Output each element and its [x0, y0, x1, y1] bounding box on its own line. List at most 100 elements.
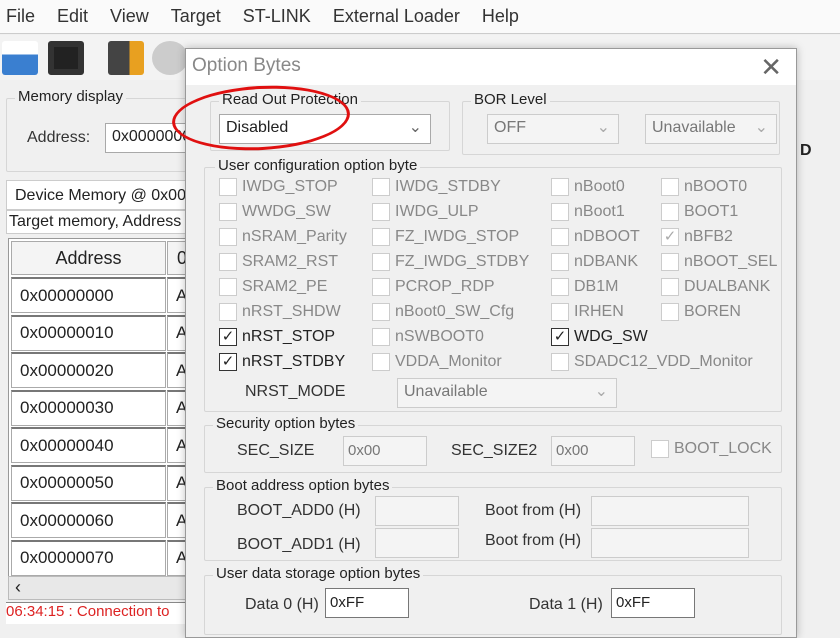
checkbox-label: nDBANK	[574, 253, 639, 270]
checkbox-iwdg-stop[interactable]: IWDG_STOP	[219, 178, 338, 196]
checkbox-irhen[interactable]: IRHEN	[551, 303, 624, 321]
menu-file[interactable]: File	[6, 6, 35, 27]
table-cell-address[interactable]: 0x00000070	[11, 539, 166, 576]
checkbox-label: BOOT1	[684, 203, 739, 220]
table-cell-address[interactable]: 0x00000040	[11, 427, 166, 463]
sec-size-label: SEC_SIZE	[237, 442, 315, 459]
nrst-mode-select[interactable]: Unavailable ⌄	[397, 378, 617, 408]
bor-level2-select[interactable]: Unavailable ⌄	[645, 114, 777, 144]
checkbox-dualbank[interactable]: DUALBANK	[661, 278, 770, 296]
data1-field[interactable]: 0xFF	[611, 588, 695, 618]
checkbox-label: nBOOT_SEL	[684, 253, 778, 270]
checkbox-nrst-stop[interactable]: ✓ nRST_STOP	[219, 328, 335, 346]
boot-lock-checkbox[interactable]: BOOT_LOCK	[651, 440, 772, 458]
horizontal-scrollbar[interactable]: ‹	[8, 576, 190, 600]
checkbox-label: SRAM2_RST	[242, 253, 339, 270]
table-cell-address[interactable]: 0x00000010	[11, 314, 166, 351]
checkbox-sdadc12-vdd-monitor[interactable]: SDADC12_VDD_Monitor	[551, 353, 753, 371]
sec-size-field[interactable]: 0x00	[343, 436, 427, 466]
boot-address-group: Boot address option bytes BOOT_ADD0 (H) …	[204, 477, 782, 561]
boot-from2-field[interactable]	[591, 528, 749, 558]
menu-edit[interactable]: Edit	[57, 6, 88, 27]
checkbox-boren[interactable]: BOREN	[661, 303, 741, 321]
boot-add1-field[interactable]	[375, 528, 459, 558]
checkbox-label: DUALBANK	[684, 278, 771, 295]
menu-external-loader[interactable]: External Loader	[333, 6, 460, 27]
user-config-label: User configuration option byte	[215, 157, 421, 174]
checkbox-nboot0[interactable]: nBoot0	[551, 178, 625, 196]
checkbox-label: WDG_SW	[574, 328, 648, 345]
checkbox-label: VDDA_Monitor	[395, 353, 502, 370]
dialog-title: Option Bytes	[192, 55, 301, 76]
checkbox-nrst-shdw[interactable]: nRST_SHDW	[219, 303, 341, 321]
open-icon[interactable]	[2, 41, 38, 75]
checkbox-ndboot[interactable]: nDBOOT	[551, 228, 640, 246]
checkbox-boot1[interactable]: BOOT1	[661, 203, 738, 221]
table-cell-address[interactable]: 0x00000060	[11, 502, 166, 538]
menu-view[interactable]: View	[110, 6, 149, 27]
checkbox-nboot0[interactable]: nBOOT0	[661, 178, 747, 196]
checkbox-nboot1[interactable]: nBoot1	[551, 203, 625, 221]
checkbox-label: nRST_SHDW	[242, 303, 341, 320]
checkbox-box	[372, 278, 390, 296]
checkbox-label: FZ_IWDG_STDBY	[395, 253, 530, 270]
checkbox-db1m[interactable]: DB1M	[551, 278, 618, 296]
security-label: Security option bytes	[213, 415, 359, 432]
checkbox-nrst-stdby[interactable]: ✓ nRST_STDBY	[219, 353, 345, 371]
data0-field[interactable]: 0xFF	[325, 588, 409, 618]
checkbox-label: nBoot0_SW_Cfg	[395, 303, 515, 320]
checkbox-label: IWDG_ULP	[395, 203, 479, 220]
checkbox-nswboot0[interactable]: nSWBOOT0	[372, 328, 484, 346]
menu-help[interactable]: Help	[482, 6, 519, 27]
checkbox-iwdg-ulp[interactable]: IWDG_ULP	[372, 203, 479, 221]
checkbox-box	[372, 328, 390, 346]
sec-size2-label: SEC_SIZE2	[451, 442, 538, 459]
checkbox-sram2-rst[interactable]: SRAM2_RST	[219, 253, 338, 271]
checkmark-icon: ✓	[219, 353, 237, 371]
checkbox-fz-iwdg-stop[interactable]: FZ_IWDG_STOP	[372, 228, 519, 246]
checkbox-wwdg-sw[interactable]: WWDG_SW	[219, 203, 331, 221]
checkbox-nboot0-sw-cfg[interactable]: nBoot0_SW_Cfg	[372, 303, 514, 321]
table-cell-address[interactable]: 0x00000050	[11, 464, 166, 501]
checkbox-box	[661, 278, 679, 296]
disconnect-icon[interactable]	[152, 41, 188, 75]
tab-device-memory[interactable]: Device Memory @ 0x00000000	[6, 180, 186, 210]
save-icon[interactable]	[48, 41, 84, 75]
boot-address-label: Boot address option bytes	[213, 477, 393, 494]
scroll-left-icon[interactable]: ‹	[15, 577, 21, 597]
bor-level-select[interactable]: OFF ⌄	[487, 114, 619, 144]
checkbox-wdg-sw[interactable]: ✓ WDG_SW	[551, 328, 648, 346]
checkbox-nsram-parity[interactable]: nSRAM_Parity	[219, 228, 347, 246]
checkbox-fz-iwdg-stdby[interactable]: FZ_IWDG_STDBY	[372, 253, 529, 271]
checkmark-icon: ✓	[551, 328, 569, 346]
checkbox-box	[219, 253, 237, 271]
close-icon[interactable]: ✕	[760, 52, 782, 83]
checkbox-box	[372, 178, 390, 196]
boot-add0-field[interactable]	[375, 496, 459, 526]
checkbox-box	[551, 278, 569, 296]
checkbox-ndbank[interactable]: nDBANK	[551, 253, 638, 271]
menu-target[interactable]: Target	[171, 6, 221, 27]
log-line: 06:34:15 : Connection to	[6, 602, 188, 624]
checkbox-pcrop-rdp[interactable]: PCROP_RDP	[372, 278, 495, 296]
menu-st-link[interactable]: ST-LINK	[243, 6, 311, 27]
checkbox-vdda-monitor[interactable]: VDDA_Monitor	[372, 353, 502, 371]
checkbox-label: nBFB2	[684, 228, 733, 245]
user-config-group: User configuration option byte NRST_MODE…	[204, 157, 782, 412]
checkbox-label: DB1M	[574, 278, 619, 295]
checkbox-label: PCROP_RDP	[395, 278, 495, 295]
table-cell-address[interactable]: 0x00000030	[11, 389, 166, 426]
checkbox-iwdg-stdby[interactable]: IWDG_STDBY	[372, 178, 501, 196]
table-cell-address[interactable]: 0x00000000	[11, 277, 166, 313]
checkbox-box	[219, 228, 237, 246]
checkbox-nbfb2[interactable]: ✓ nBFB2	[661, 228, 733, 246]
boot-from1-field[interactable]	[591, 496, 749, 526]
checkbox-nboot-sel[interactable]: nBOOT_SEL	[661, 253, 777, 271]
table-cell-address[interactable]: 0x00000020	[11, 352, 166, 388]
checkbox-sram2-pe[interactable]: SRAM2_PE	[219, 278, 327, 296]
connect-icon[interactable]	[108, 41, 144, 75]
checkbox-label: BOREN	[684, 303, 741, 320]
sec-size2-field[interactable]: 0x00	[551, 436, 635, 466]
column-header-address[interactable]: Address	[11, 241, 166, 275]
checkbox-label: nSWBOOT0	[395, 328, 484, 345]
